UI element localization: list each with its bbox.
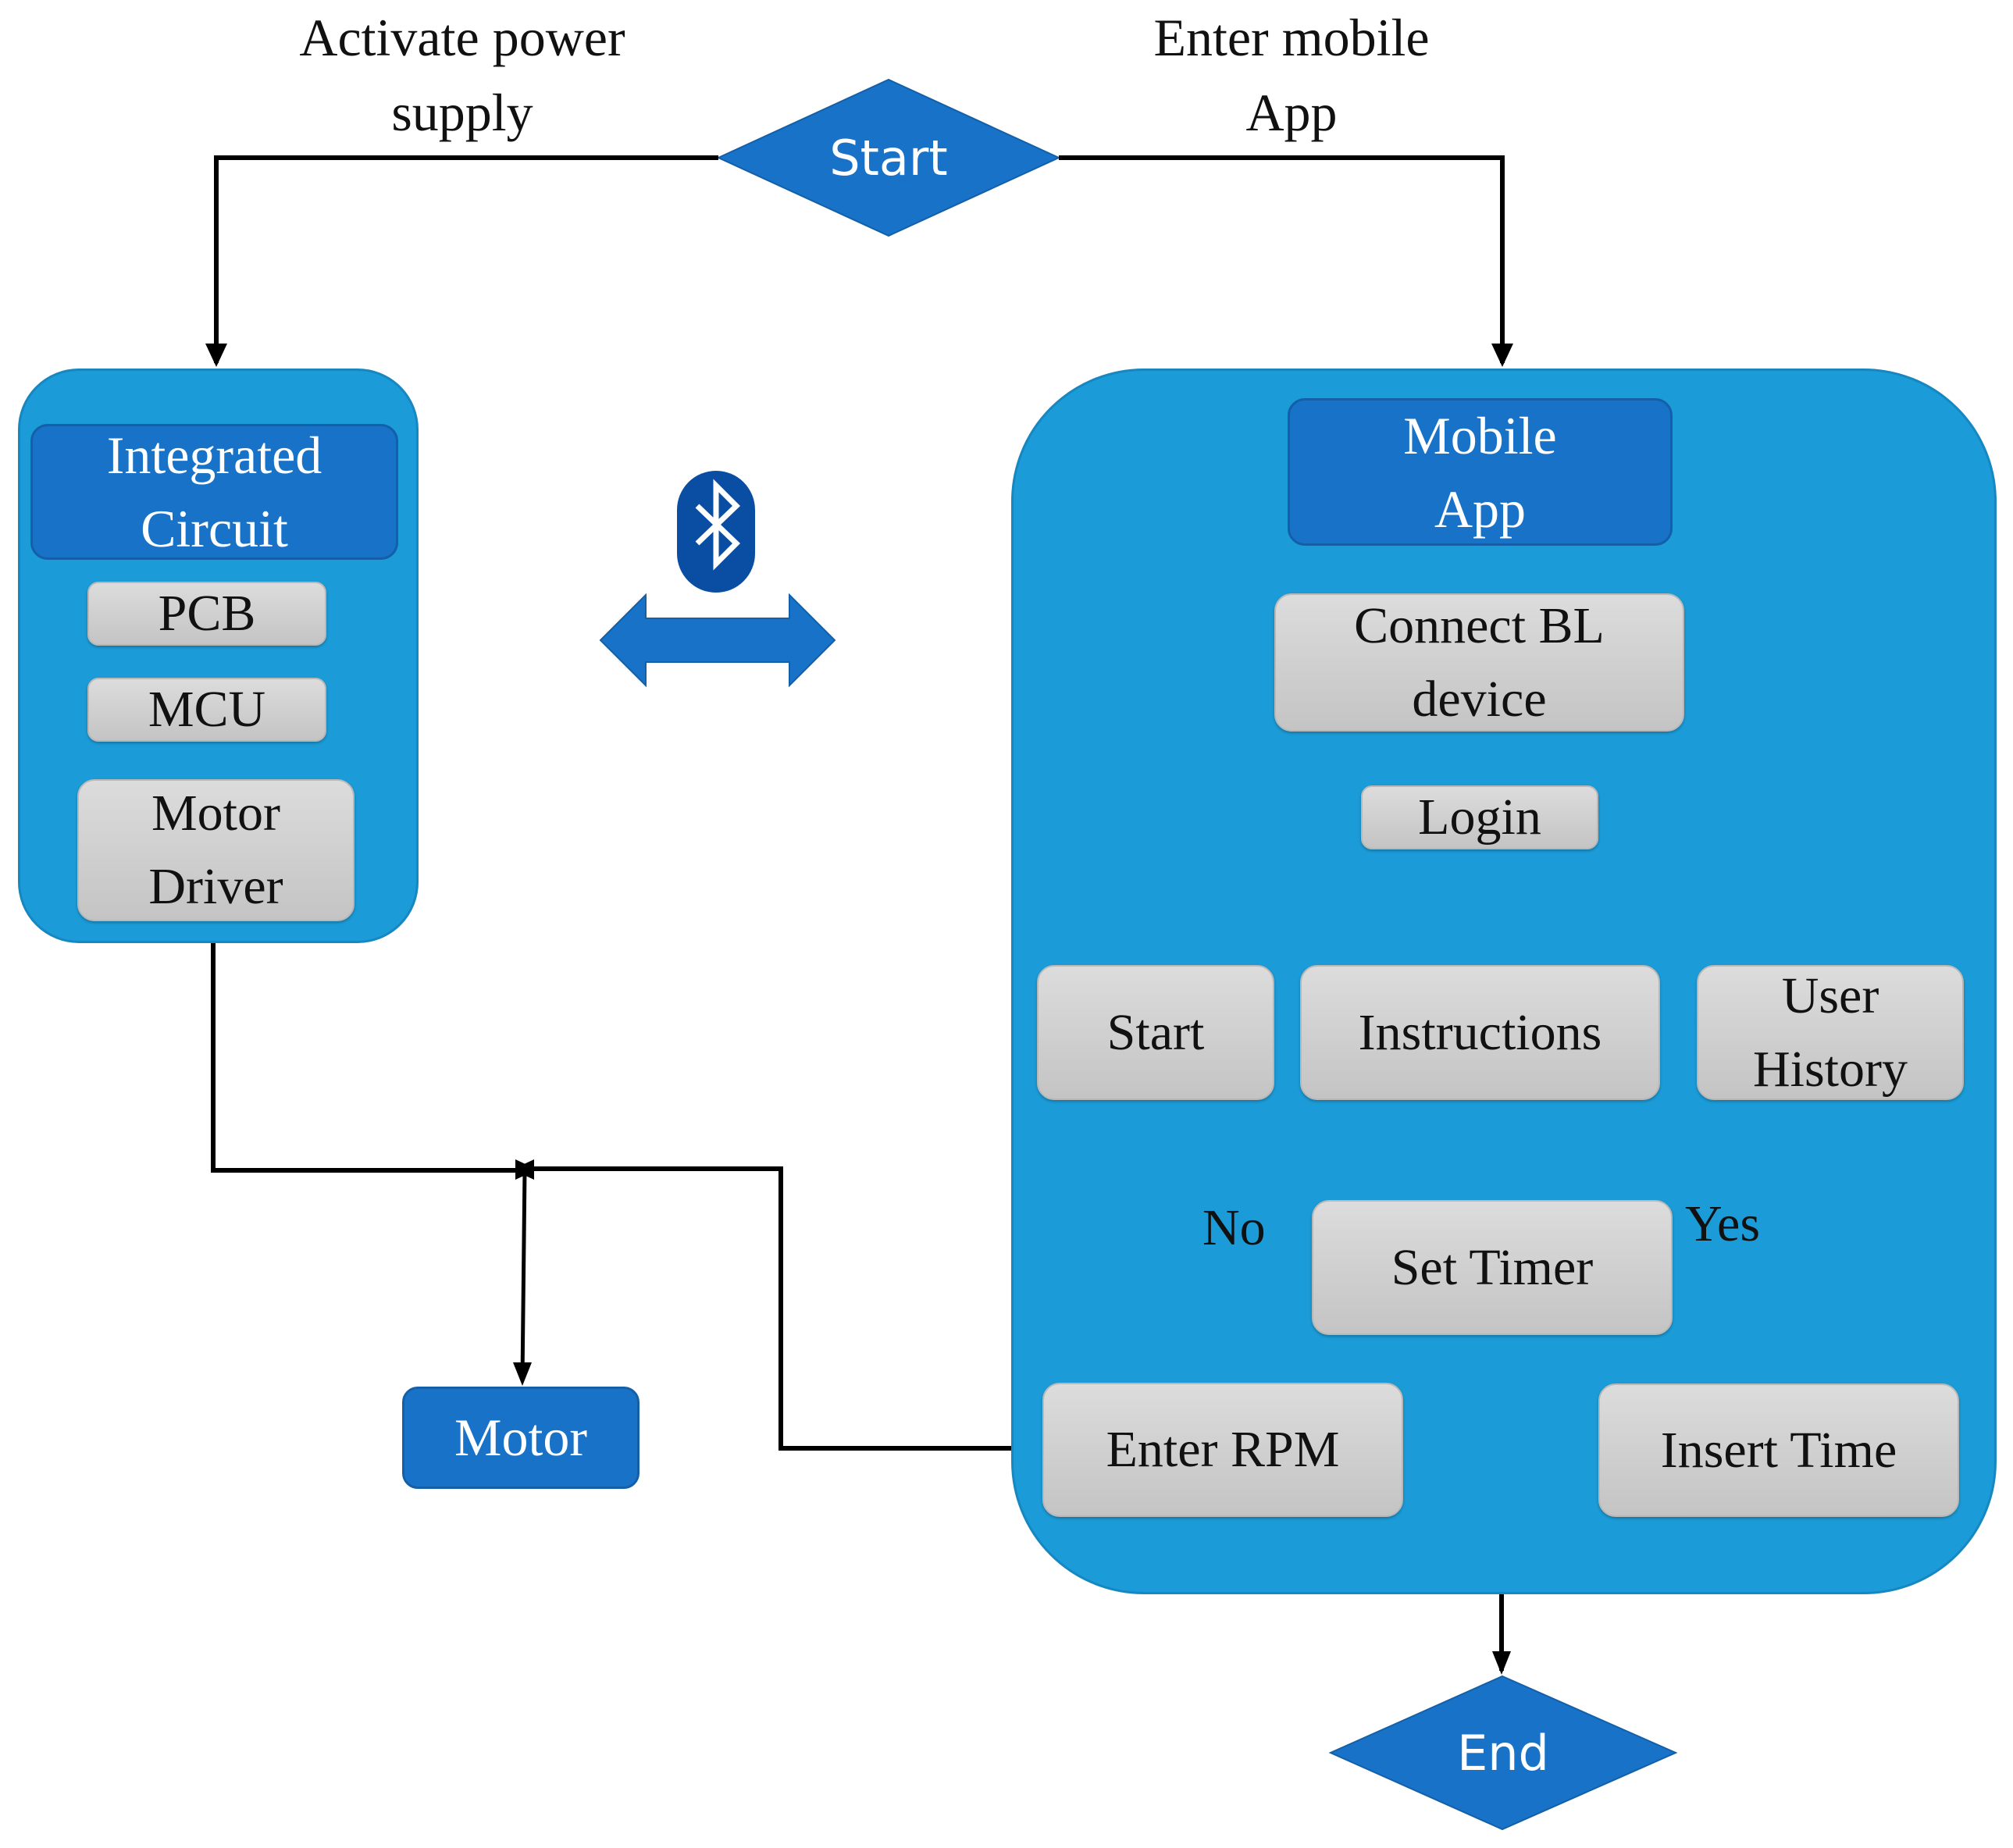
start-label: Start	[829, 129, 948, 187]
user-history-line2: History	[1753, 1040, 1908, 1098]
pcb-box[interactable]: PCB	[87, 582, 326, 646]
motor-label: Motor	[454, 1408, 587, 1467]
connector-junction-to-motor	[520, 1170, 527, 1381]
bluetooth-icon	[677, 471, 755, 593]
connect-line2: device	[1412, 670, 1547, 728]
end-label: End	[1457, 1724, 1549, 1782]
double-arrow-icon	[599, 593, 836, 688]
enter-rpm-box[interactable]: Enter RPM	[1042, 1383, 1403, 1517]
mcu-box[interactable]: MCU	[87, 678, 326, 742]
mobile-app-header[interactable]: Mobile App	[1288, 398, 1673, 546]
mobile-app-line2: App	[1434, 479, 1527, 539]
activate-power-label: Activate power supply	[267, 0, 657, 150]
connector-start-to-app	[1059, 155, 1505, 363]
activate-power-line1: Activate power	[299, 8, 625, 67]
insert-time-label: Insert Time	[1660, 1421, 1897, 1479]
set-timer-box[interactable]: Set Timer	[1312, 1200, 1673, 1335]
connect-line1: Connect BL	[1354, 596, 1605, 654]
menu-start-label: Start	[1106, 1003, 1205, 1061]
user-history-line1: User	[1781, 967, 1879, 1024]
connect-bl-device-box[interactable]: Connect BL device	[1274, 593, 1684, 732]
connector-start-to-ic	[212, 155, 718, 364]
motor-driver-line1: Motor	[151, 785, 280, 842]
instructions-label: Instructions	[1358, 1003, 1602, 1061]
user-history-box[interactable]: User History	[1697, 965, 1964, 1100]
yes-branch-label: Yes	[1685, 1195, 1761, 1252]
motor-box[interactable]: Motor	[402, 1387, 640, 1489]
login-box[interactable]: Login	[1361, 785, 1598, 849]
insert-time-box[interactable]: Insert Time	[1598, 1383, 1959, 1517]
enter-rpm-label: Enter RPM	[1106, 1421, 1340, 1478]
integrated-circuit-header[interactable]: Integrated Circuit	[30, 424, 398, 560]
mobile-app-line1: Mobile	[1403, 405, 1557, 465]
motor-driver-line2: Driver	[148, 858, 283, 915]
enter-app-line1: Enter mobile	[1153, 8, 1430, 67]
ic-line1: Integrated	[106, 426, 322, 485]
mcu-label: MCU	[148, 681, 266, 738]
set-timer-label: Set Timer	[1391, 1238, 1594, 1296]
connector-driver-to-motor	[211, 921, 515, 1173]
instructions-box[interactable]: Instructions	[1300, 965, 1660, 1100]
activate-power-line2: supply	[391, 83, 533, 142]
enter-app-label: Enter mobile App	[1096, 0, 1487, 150]
motor-driver-box[interactable]: Motor Driver	[77, 779, 355, 921]
enter-app-line2: App	[1245, 83, 1338, 142]
no-branch-label: No	[1202, 1199, 1266, 1256]
pcb-label: PCB	[158, 585, 256, 642]
menu-start-box[interactable]: Start	[1037, 965, 1274, 1100]
login-label: Login	[1418, 789, 1541, 846]
ic-line2: Circuit	[141, 499, 288, 558]
